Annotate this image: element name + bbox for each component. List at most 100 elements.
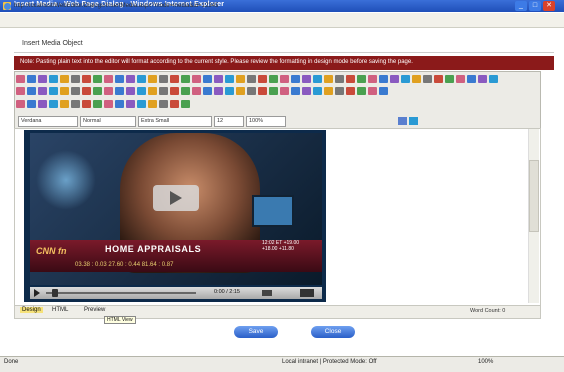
- toolbar-button-icon[interactable]: [38, 87, 47, 95]
- table-grid-icon[interactable]: [409, 117, 418, 125]
- toolbar-button-icon[interactable]: [27, 87, 36, 95]
- toolbar-button-icon[interactable]: [269, 87, 278, 95]
- toolbar-button-icon[interactable]: [137, 87, 146, 95]
- toolbar-button-icon[interactable]: [49, 75, 58, 83]
- toolbar-button-icon[interactable]: [126, 87, 135, 95]
- toolbar-button-icon[interactable]: [467, 75, 476, 83]
- toolbar-button-icon[interactable]: [170, 75, 179, 83]
- toolbar-button-icon[interactable]: [27, 100, 36, 108]
- toolbar-button-icon[interactable]: [71, 87, 80, 95]
- toolbar-button-icon[interactable]: [148, 87, 157, 95]
- toolbar-button-icon[interactable]: [115, 75, 124, 83]
- toolbar-button-icon[interactable]: [346, 87, 355, 95]
- toolbar-button-icon[interactable]: [93, 75, 102, 83]
- toolbar-button-icon[interactable]: [126, 100, 135, 108]
- toolbar-button-icon[interactable]: [203, 75, 212, 83]
- toolbar-button-icon[interactable]: [324, 75, 333, 83]
- toolbar-button-icon[interactable]: [16, 75, 25, 83]
- toolbar-button-icon[interactable]: [203, 87, 212, 95]
- toolbar-button-icon[interactable]: [368, 75, 377, 83]
- toolbar-button-icon[interactable]: [247, 87, 256, 95]
- toolbar-button-icon[interactable]: [346, 75, 355, 83]
- toolbar-button-icon[interactable]: [93, 87, 102, 95]
- toolbar-button-icon[interactable]: [445, 75, 454, 83]
- toolbar-button-icon[interactable]: [104, 75, 113, 83]
- toolbar-button-icon[interactable]: [137, 100, 146, 108]
- font-name-select[interactable]: Verdana: [18, 116, 78, 127]
- toolbar-button-icon[interactable]: [192, 87, 201, 95]
- toolbar-button-icon[interactable]: [313, 87, 322, 95]
- toolbar-button-icon[interactable]: [357, 75, 366, 83]
- volume-icon[interactable]: [262, 290, 272, 296]
- toolbar-button-icon[interactable]: [357, 87, 366, 95]
- toolbar-button-icon[interactable]: [60, 100, 69, 108]
- scrollbar-thumb[interactable]: [529, 160, 539, 232]
- toolbar-button-icon[interactable]: [49, 87, 58, 95]
- toolbar-button-icon[interactable]: [159, 87, 168, 95]
- toolbar-button-icon[interactable]: [489, 75, 498, 83]
- toolbar-button-icon[interactable]: [82, 75, 91, 83]
- control-play-icon[interactable]: [34, 289, 40, 297]
- minimize-button[interactable]: _: [515, 1, 527, 11]
- toolbar-button-icon[interactable]: [456, 75, 465, 83]
- toolbar-button-icon[interactable]: [181, 87, 190, 95]
- toolbar-button-icon[interactable]: [335, 87, 344, 95]
- toolbar-button-icon[interactable]: [93, 100, 102, 108]
- toolbar-button-icon[interactable]: [137, 75, 146, 83]
- toolbar-button-icon[interactable]: [16, 87, 25, 95]
- toolbar-button-icon[interactable]: [104, 100, 113, 108]
- maximize-button[interactable]: □: [529, 1, 541, 11]
- toolbar-button-icon[interactable]: [148, 100, 157, 108]
- toolbar-button-icon[interactable]: [258, 75, 267, 83]
- toolbar-button-icon[interactable]: [159, 75, 168, 83]
- toolbar-button-icon[interactable]: [379, 87, 388, 95]
- toolbar-button-icon[interactable]: [247, 75, 256, 83]
- font-size-select[interactable]: Extra Small: [138, 116, 212, 127]
- toolbar-button-icon[interactable]: [302, 75, 311, 83]
- toolbar-button-icon[interactable]: [115, 100, 124, 108]
- fullscreen-icon[interactable]: [300, 289, 314, 297]
- toolbar-button-icon[interactable]: [60, 87, 69, 95]
- size-value-select[interactable]: 12: [214, 116, 244, 127]
- toolbar-button-icon[interactable]: [258, 87, 267, 95]
- toolbar-button-icon[interactable]: [225, 75, 234, 83]
- toolbar-button-icon[interactable]: [390, 75, 399, 83]
- toolbar-button-icon[interactable]: [126, 75, 135, 83]
- toolbar-button-icon[interactable]: [181, 75, 190, 83]
- toolbar-button-icon[interactable]: [291, 87, 300, 95]
- toolbar-button-icon[interactable]: [82, 100, 91, 108]
- toolbar-button-icon[interactable]: [192, 75, 201, 83]
- toolbar-button-icon[interactable]: [291, 75, 300, 83]
- toolbar-button-icon[interactable]: [412, 75, 421, 83]
- tab-design[interactable]: Design: [20, 307, 43, 313]
- toolbar-button-icon[interactable]: [302, 87, 311, 95]
- toolbar-button-icon[interactable]: [214, 75, 223, 83]
- toolbar-button-icon[interactable]: [60, 75, 69, 83]
- seek-handle[interactable]: [52, 289, 58, 297]
- seek-track[interactable]: [46, 292, 196, 294]
- toolbar-button-icon[interactable]: [423, 75, 432, 83]
- toolbar-button-icon[interactable]: [159, 100, 168, 108]
- toolbar-button-icon[interactable]: [280, 75, 289, 83]
- toolbar-button-icon[interactable]: [49, 100, 58, 108]
- toolbar-button-icon[interactable]: [368, 87, 377, 95]
- toolbar-button-icon[interactable]: [269, 75, 278, 83]
- toolbar-button-icon[interactable]: [38, 100, 47, 108]
- tab-preview[interactable]: Preview: [84, 307, 105, 313]
- tab-html[interactable]: HTML: [52, 307, 68, 313]
- toolbar-button-icon[interactable]: [236, 75, 245, 83]
- toolbar-button-icon[interactable]: [16, 100, 25, 108]
- toolbar-button-icon[interactable]: [170, 100, 179, 108]
- toolbar-button-icon[interactable]: [225, 87, 234, 95]
- toolbar-button-icon[interactable]: [478, 75, 487, 83]
- toolbar-button-icon[interactable]: [71, 75, 80, 83]
- toolbar-button-icon[interactable]: [71, 100, 80, 108]
- toolbar-button-icon[interactable]: [401, 75, 410, 83]
- toolbar-button-icon[interactable]: [27, 75, 36, 83]
- toolbar-button-icon[interactable]: [324, 87, 333, 95]
- toolbar-button-icon[interactable]: [82, 87, 91, 95]
- toggle-border-icon[interactable]: [398, 117, 407, 125]
- toolbar-button-icon[interactable]: [170, 87, 179, 95]
- zoom-level[interactable]: 100%: [478, 359, 493, 365]
- font-style-select[interactable]: Normal: [80, 116, 136, 127]
